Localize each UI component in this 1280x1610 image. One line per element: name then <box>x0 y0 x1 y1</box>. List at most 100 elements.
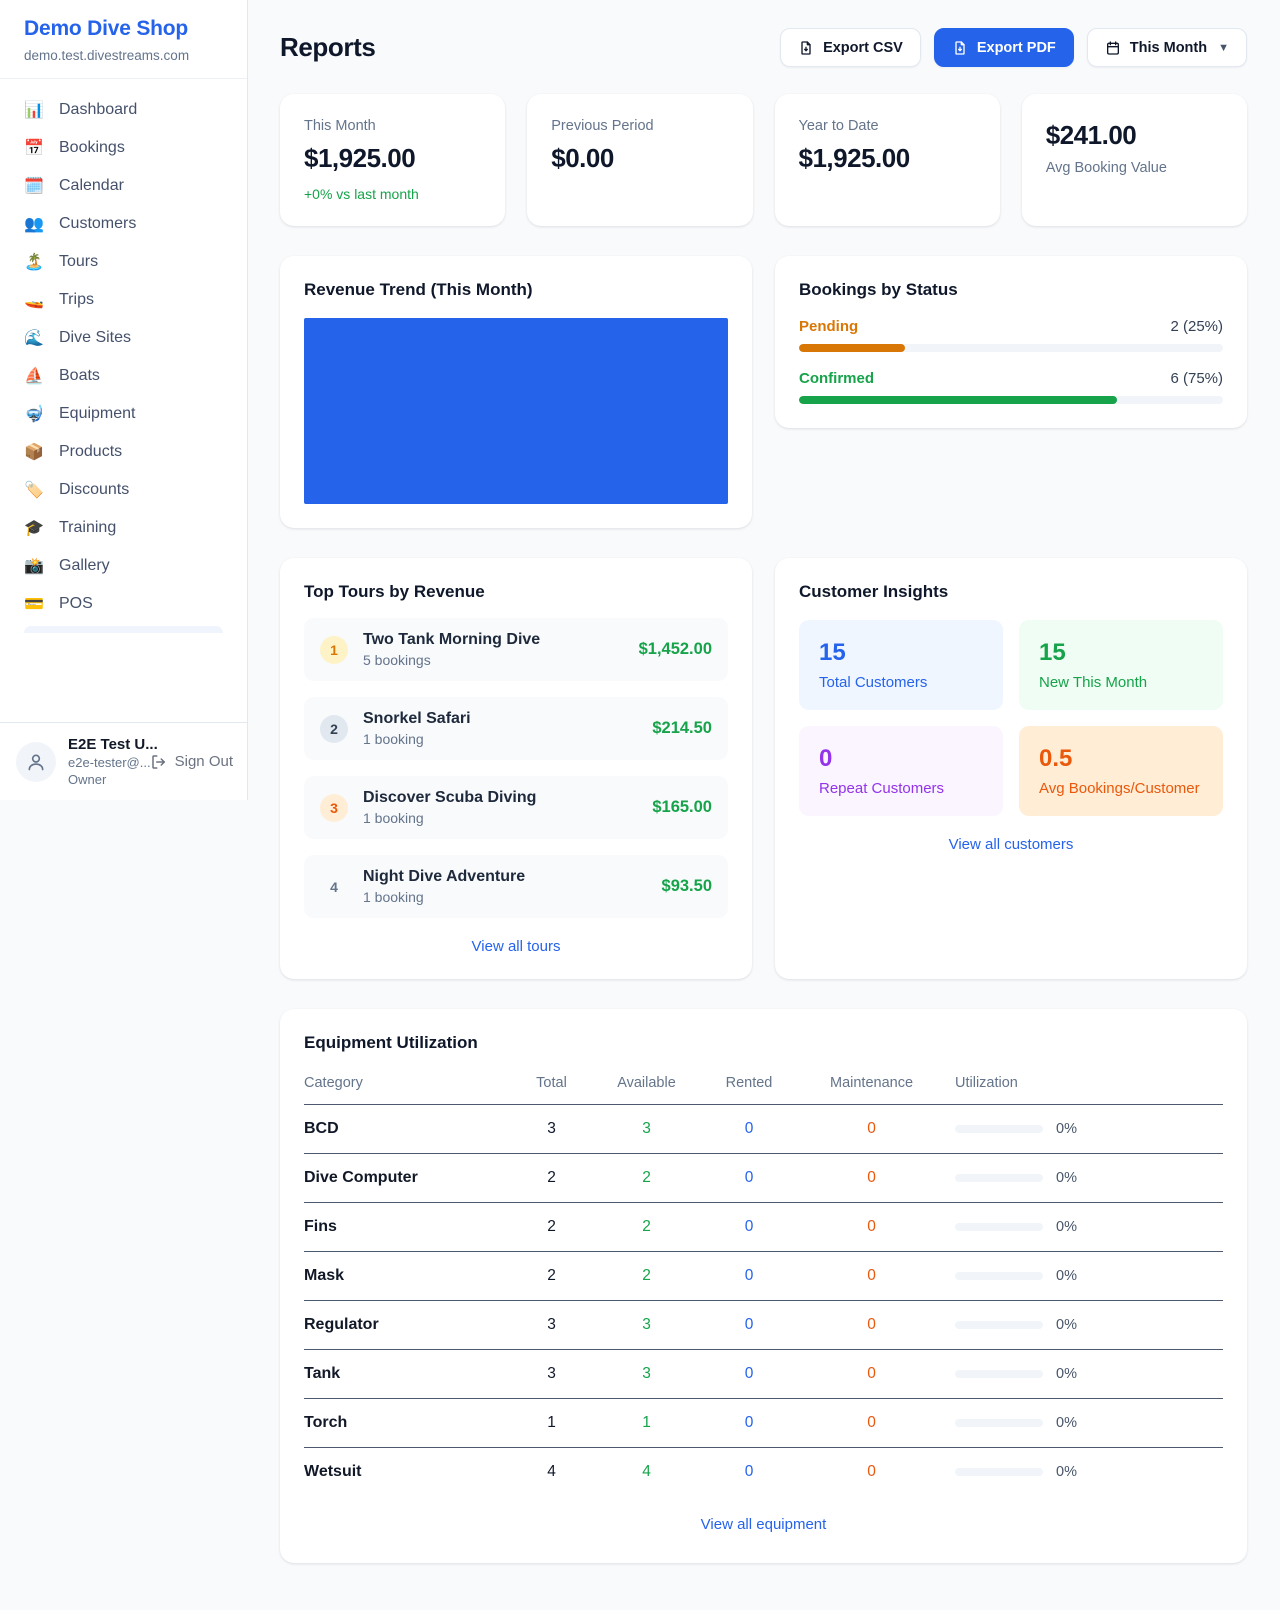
col-available: Available <box>599 1075 694 1091</box>
sidebar-item-calendar[interactable]: 🗓️ Calendar <box>12 167 235 205</box>
tour-list-item: 4 Night Dive Adventure 1 booking $93.50 <box>304 855 728 918</box>
view-all-equipment-link[interactable]: View all equipment <box>304 1516 1223 1533</box>
utilization-percent: 0% <box>1056 1121 1077 1137</box>
cell-utilization: 0% <box>939 1219 1223 1235</box>
table-row: BCD 3 3 0 0 0% <box>304 1105 1223 1154</box>
tour-revenue: $165.00 <box>652 798 712 817</box>
sidebar-item-label: Calendar <box>59 177 124 195</box>
tile-value: 0 <box>819 745 983 773</box>
sidebar-item-training[interactable]: 🎓 Training <box>12 509 235 547</box>
revenue-trend-title: Revenue Trend (This Month) <box>304 280 728 300</box>
stat-value: $1,925.00 <box>304 143 481 174</box>
package-icon: 📦 <box>24 442 44 462</box>
cell-rented: 0 <box>694 1365 804 1383</box>
tile-label: Repeat Customers <box>819 780 983 797</box>
col-rented: Rented <box>694 1075 804 1091</box>
sidebar-item-bookings[interactable]: 📅 Bookings <box>12 129 235 167</box>
user-role: Owner <box>68 772 138 787</box>
sidebar-item-tours[interactable]: 🏝️ Tours <box>12 243 235 281</box>
sidebar-item-products[interactable]: 📦 Products <box>12 433 235 471</box>
wave-icon: 🌊 <box>24 328 44 348</box>
cell-available: 3 <box>599 1365 694 1383</box>
table-header-row: Category Total Available Rented Maintena… <box>304 1067 1223 1105</box>
avatar <box>16 742 56 782</box>
export-csv-label: Export CSV <box>823 40 903 56</box>
sidebar-item-dive-sites[interactable]: 🌊 Dive Sites <box>12 319 235 357</box>
cell-rented: 0 <box>694 1463 804 1481</box>
progress-fill <box>799 344 905 352</box>
sidebar-item-gallery[interactable]: 📸 Gallery <box>12 547 235 585</box>
view-all-customers-link[interactable]: View all customers <box>799 836 1223 853</box>
utilization-track <box>955 1174 1043 1182</box>
tour-list-item: 2 Snorkel Safari 1 booking $214.50 <box>304 697 728 760</box>
cell-utilization: 0% <box>939 1170 1223 1186</box>
stat-value: $241.00 <box>1046 120 1223 151</box>
stat-value: $1,925.00 <box>799 143 976 174</box>
sidebar-item-label: POS <box>59 595 93 613</box>
calendar-icon: 🗓️ <box>24 176 44 196</box>
progress-track <box>799 396 1223 404</box>
rank-badge: 3 <box>320 794 348 822</box>
tour-bookings: 1 booking <box>363 731 471 747</box>
cell-total: 2 <box>504 1218 599 1236</box>
status-count: 2 (25%) <box>1170 318 1223 335</box>
brand-domain: demo.test.divestreams.com <box>24 48 223 63</box>
cell-total: 3 <box>504 1120 599 1138</box>
cell-category: Fins <box>304 1218 504 1236</box>
status-label: Pending <box>799 318 858 335</box>
sidebar-item-trips[interactable]: 🚤 Trips <box>12 281 235 319</box>
cell-category: Mask <box>304 1267 504 1285</box>
sidebar-item-dashboard[interactable]: 📊 Dashboard <box>12 91 235 129</box>
cell-rented: 0 <box>694 1120 804 1138</box>
status-label: Confirmed <box>799 370 874 387</box>
sidebar-item-label: Boats <box>59 367 100 385</box>
utilization-track <box>955 1468 1043 1476</box>
cell-rented: 0 <box>694 1218 804 1236</box>
sign-out-label: Sign Out <box>175 753 233 770</box>
page-header: Reports Export CSV Export PDF This Month <box>280 28 1247 67</box>
cell-available: 2 <box>599 1169 694 1187</box>
cell-maintenance: 0 <box>804 1218 939 1236</box>
top-tours-card: Top Tours by Revenue 1 Two Tank Morning … <box>280 558 752 979</box>
cell-available: 2 <box>599 1218 694 1236</box>
utilization-track <box>955 1419 1043 1427</box>
user-panel: E2E Test U... e2e-tester@... Owner Sign … <box>0 722 247 800</box>
tour-revenue: $1,452.00 <box>639 640 712 659</box>
sidebar-item-discounts[interactable]: 🏷️ Discounts <box>12 471 235 509</box>
cell-total: 3 <box>504 1365 599 1383</box>
cell-total: 2 <box>504 1267 599 1285</box>
period-dropdown[interactable]: This Month ▼ <box>1087 28 1247 67</box>
logout-icon <box>150 753 168 771</box>
equipment-utilization-title: Equipment Utilization <box>304 1033 1223 1053</box>
sidebar-item-pos[interactable]: 💳 POS <box>12 585 235 623</box>
utilization-percent: 0% <box>1056 1366 1077 1382</box>
sidebar-item-label: Tours <box>59 253 98 271</box>
sign-out-button[interactable]: Sign Out <box>150 753 233 771</box>
stat-card-previous-period: Previous Period $0.00 <box>527 94 752 226</box>
sidebar-item-equipment[interactable]: 🤿 Equipment <box>12 395 235 433</box>
cell-maintenance: 0 <box>804 1414 939 1432</box>
tour-revenue: $214.50 <box>652 719 712 738</box>
tours-island-icon: 🏝️ <box>24 252 44 272</box>
col-utilization: Utilization <box>939 1075 1223 1091</box>
sidebar-item-boats[interactable]: ⛵ Boats <box>12 357 235 395</box>
credit-card-icon: 💳 <box>24 594 44 614</box>
stat-delta: +0% vs last month <box>304 186 481 202</box>
sidebar-item-customers[interactable]: 👥 Customers <box>12 205 235 243</box>
active-nav-item-partial[interactable] <box>24 626 223 633</box>
export-pdf-button[interactable]: Export PDF <box>934 28 1074 67</box>
table-row: Wetsuit 4 4 0 0 0% <box>304 1448 1223 1496</box>
cell-rented: 0 <box>694 1267 804 1285</box>
view-all-tours-link[interactable]: View all tours <box>304 938 728 955</box>
customer-insights-title: Customer Insights <box>799 582 1223 602</box>
sidebar-item-label: Training <box>59 519 116 537</box>
chevron-down-icon: ▼ <box>1218 42 1229 54</box>
equipment-table: Category Total Available Rented Maintena… <box>304 1067 1223 1496</box>
export-csv-button[interactable]: Export CSV <box>780 28 921 67</box>
user-icon <box>26 752 46 772</box>
user-email: e2e-tester@... <box>68 755 138 770</box>
tour-list-item: 3 Discover Scuba Diving 1 booking $165.0… <box>304 776 728 839</box>
dashboard-icon: 📊 <box>24 100 44 120</box>
cell-total: 2 <box>504 1169 599 1187</box>
tile-label: Total Customers <box>819 674 983 691</box>
